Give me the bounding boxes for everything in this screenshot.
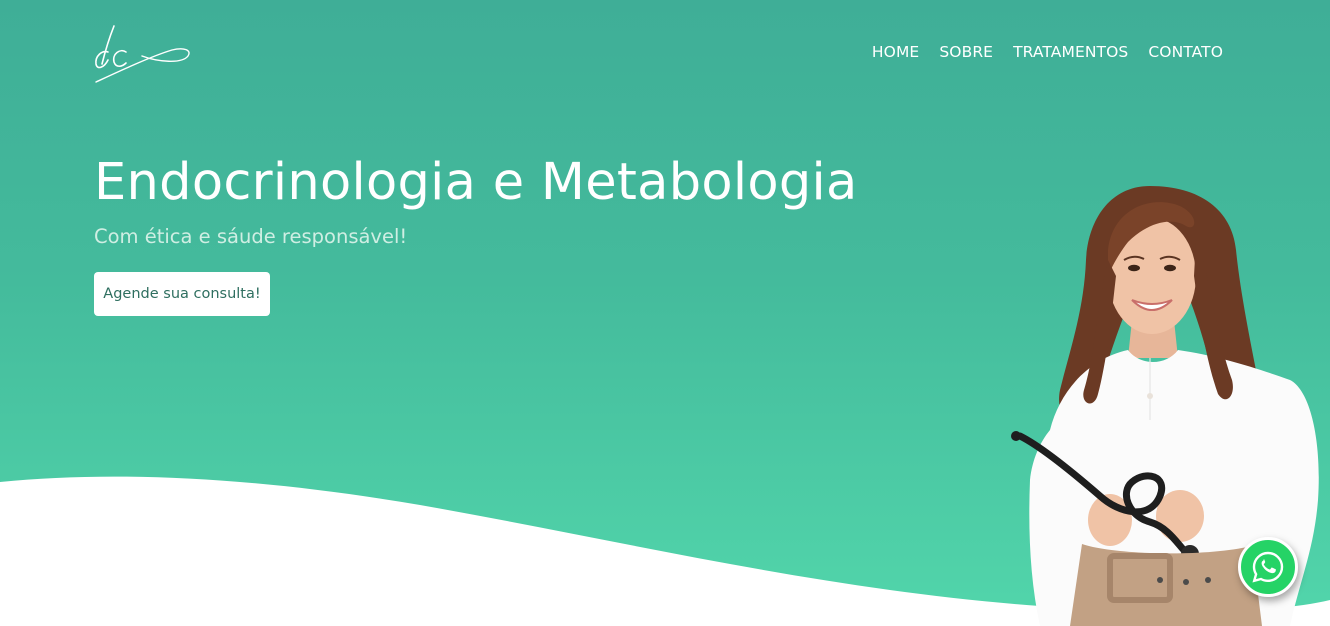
- nav-tratamentos[interactable]: TRATAMENTOS: [1013, 43, 1128, 61]
- nav-contato[interactable]: CONTATO: [1148, 43, 1223, 61]
- nav-sobre[interactable]: SOBRE: [939, 43, 993, 61]
- nav-home[interactable]: HOME: [872, 43, 919, 61]
- main-nav: HOME SOBRE TRATAMENTOS CONTATO: [872, 43, 1223, 61]
- hero-subtitle: Com ética e sáude responsável!: [94, 225, 408, 248]
- schedule-appointment-button[interactable]: Agende sua consulta!: [94, 272, 270, 316]
- hero-section: HOME SOBRE TRATAMENTOS CONTATO Endocrino…: [0, 0, 1330, 626]
- whatsapp-button[interactable]: [1238, 537, 1298, 597]
- hero-title: Endocrinologia e Metabologia: [94, 153, 858, 212]
- whatsapp-icon: [1252, 551, 1284, 583]
- signature-logo[interactable]: [92, 18, 194, 86]
